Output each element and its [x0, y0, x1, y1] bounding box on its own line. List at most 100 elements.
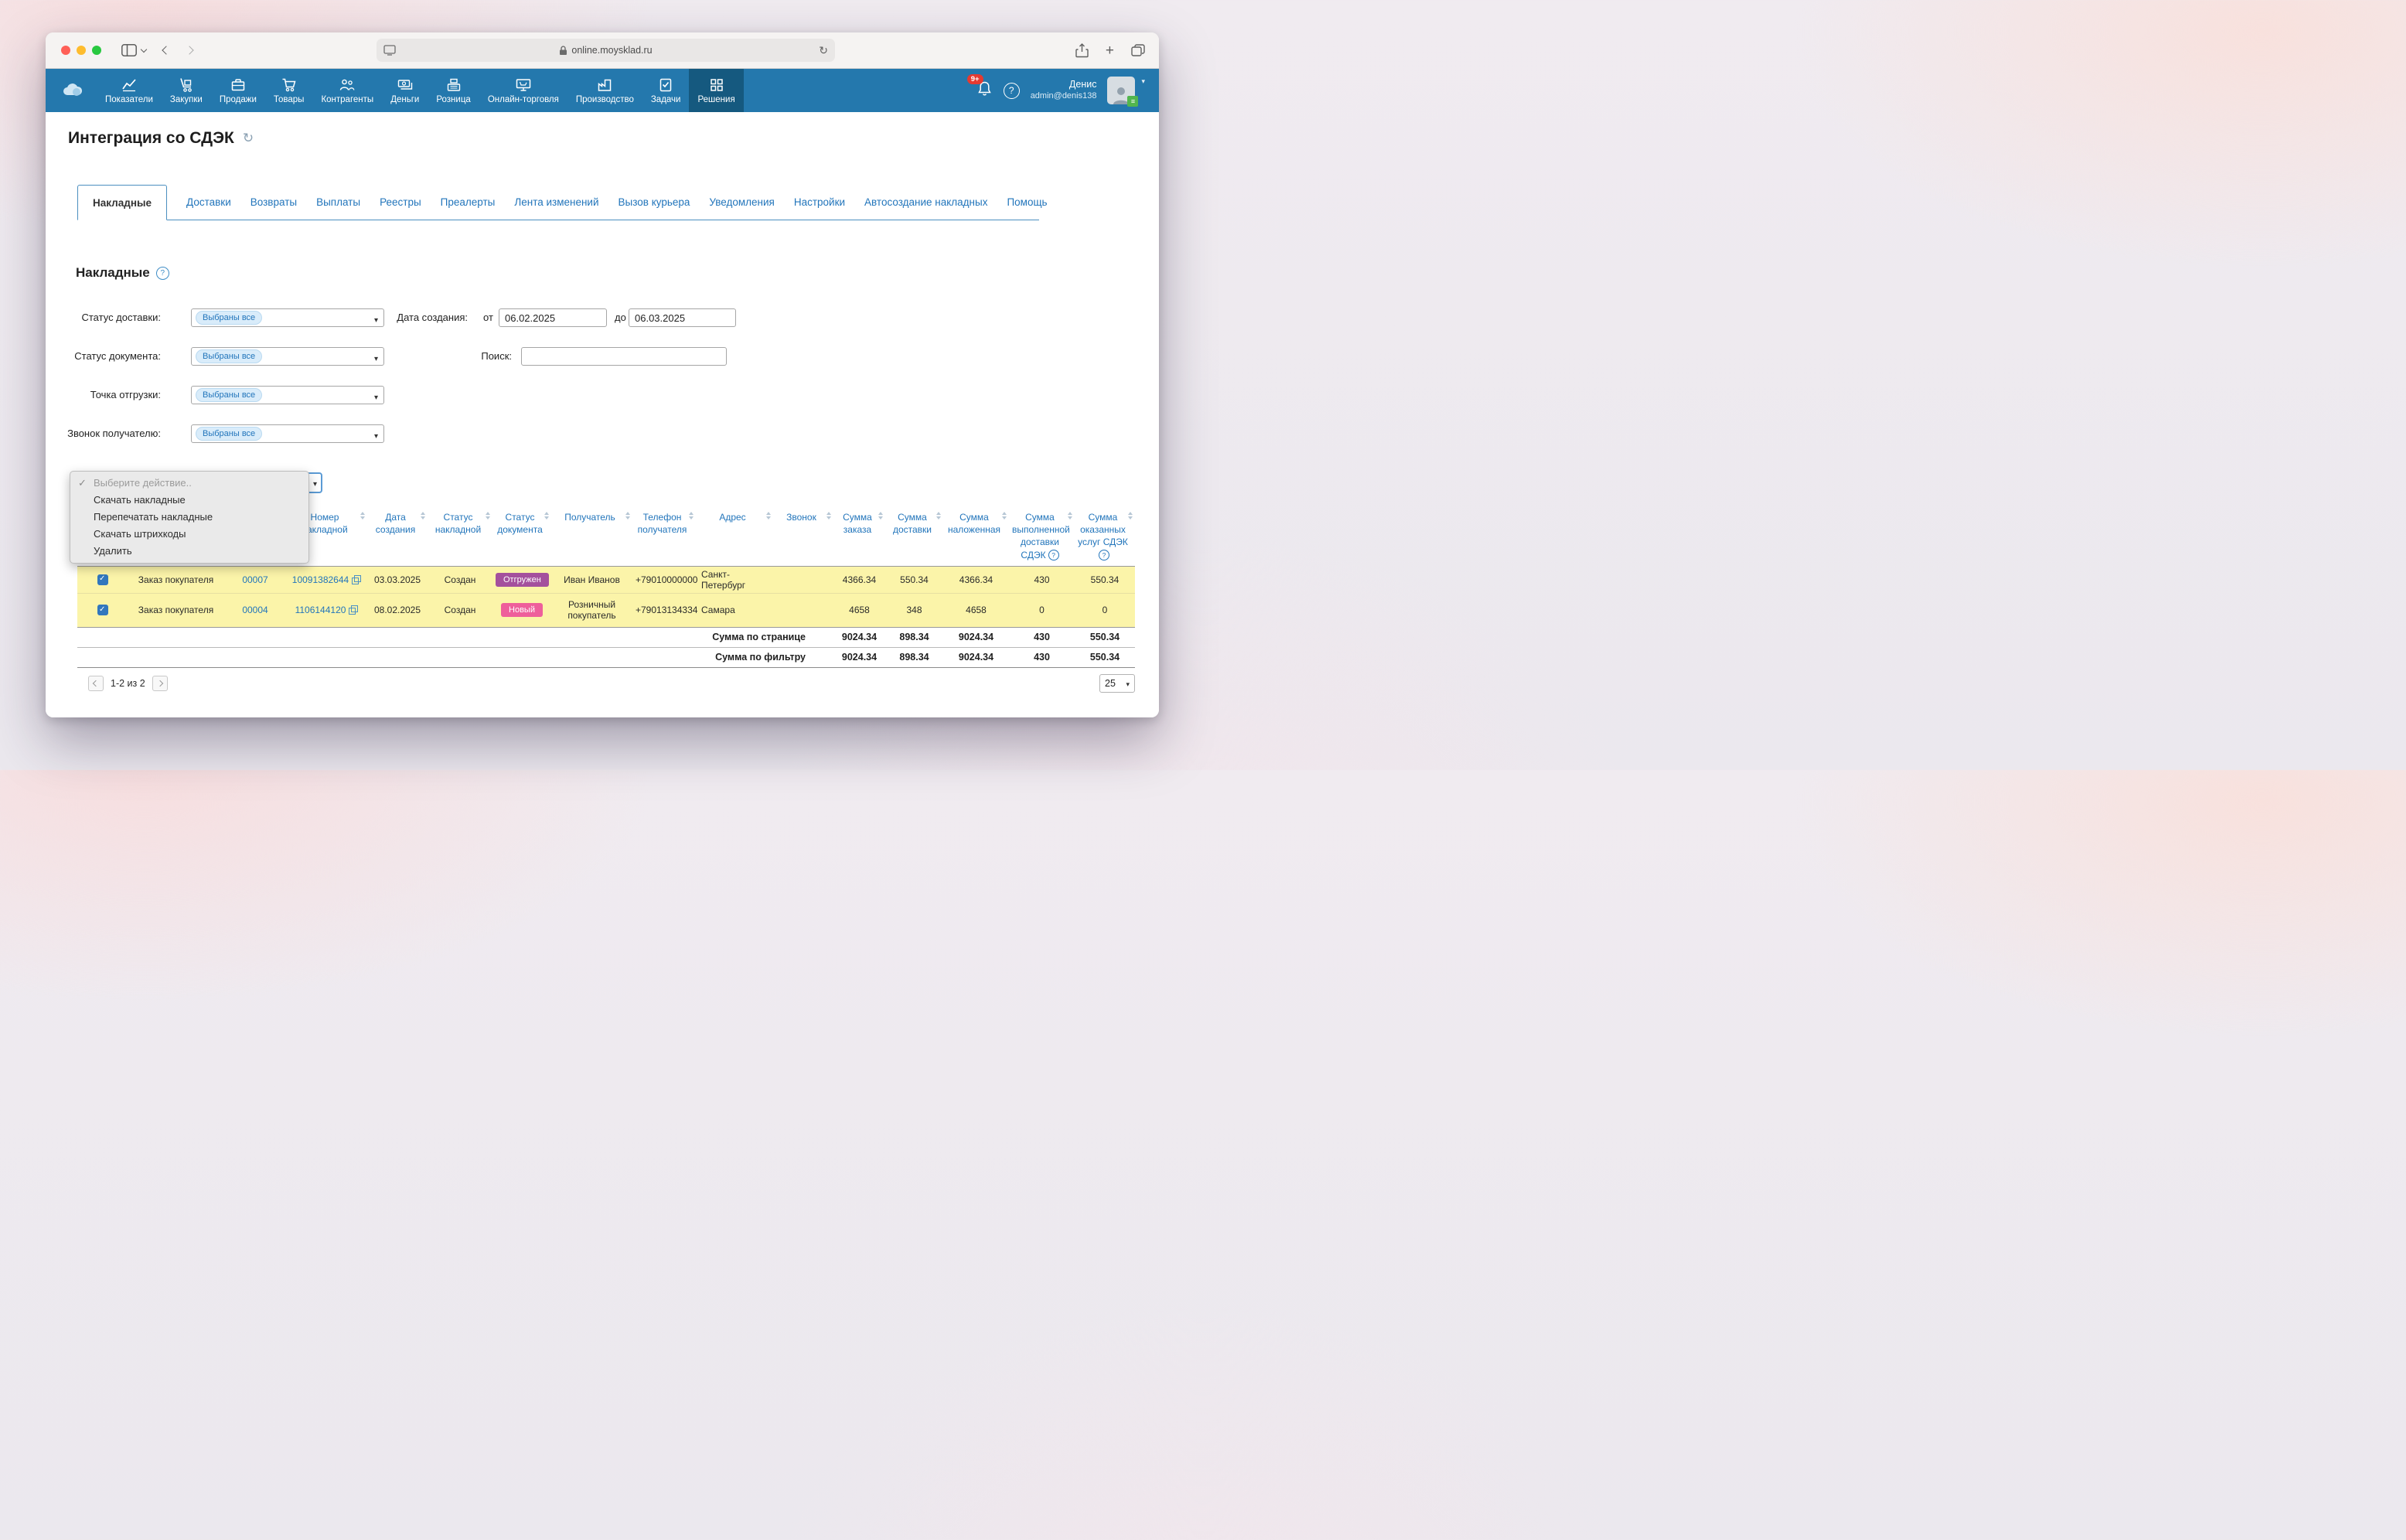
- date-to-input[interactable]: [629, 308, 736, 327]
- sort-icon[interactable]: [544, 512, 550, 520]
- menu-item-download-barcodes[interactable]: Скачать штрихкоды: [70, 526, 308, 543]
- copy-icon[interactable]: [349, 605, 358, 615]
- copy-icon[interactable]: [352, 575, 361, 584]
- summary-label: Сумма по странице: [712, 632, 806, 642]
- window-minimize-button[interactable]: [77, 46, 86, 55]
- help-icon[interactable]: [1099, 550, 1109, 560]
- tab-nakladnye[interactable]: Накладные: [77, 185, 167, 220]
- nav-item-resheniya[interactable]: Решения: [689, 69, 743, 112]
- back-button[interactable]: [163, 47, 169, 53]
- doc-number-link[interactable]: 00007: [242, 574, 268, 585]
- tab-vyzov-kuryera[interactable]: Вызов курьера: [619, 196, 690, 208]
- notifications-button[interactable]: 9+: [976, 80, 993, 101]
- tab-vyplaty[interactable]: Выплаты: [316, 196, 360, 208]
- tab-pomosch[interactable]: Помощь: [1007, 196, 1047, 208]
- nav-item-pokazateli[interactable]: Показатели: [97, 69, 162, 112]
- nav-item-proizvodstvo[interactable]: Производство: [567, 69, 642, 112]
- window-close-button[interactable]: [61, 46, 70, 55]
- invoice-number-link[interactable]: 10091382644: [292, 574, 349, 585]
- tab-overview-icon[interactable]: [1131, 44, 1145, 56]
- avatar[interactable]: [1107, 77, 1135, 104]
- header-recipient[interactable]: Получатель: [551, 502, 632, 566]
- delivery-status-select[interactable]: Выбраны все: [191, 308, 384, 327]
- nav-item-tovary[interactable]: Товары: [265, 69, 313, 112]
- tab-prealerty[interactable]: Преалерты: [441, 196, 496, 208]
- page-size-select[interactable]: 25: [1099, 674, 1135, 693]
- tab-dostavki[interactable]: Доставки: [186, 196, 231, 208]
- header-invoice-status[interactable]: Статус накладной: [428, 502, 492, 566]
- tab-reestry[interactable]: Реестры: [380, 196, 421, 208]
- nav-item-label: Контрагенты: [321, 95, 373, 104]
- tab-nastroyki[interactable]: Настройки: [794, 196, 845, 208]
- share-icon[interactable]: [1075, 43, 1089, 58]
- new-tab-icon[interactable]: [1106, 43, 1114, 58]
- page-title: Интеграция со СДЭК: [68, 129, 234, 148]
- row-checkbox[interactable]: [97, 605, 108, 615]
- address: Самара: [701, 605, 735, 615]
- nav-item-zadachi[interactable]: Задачи: [642, 69, 690, 112]
- user-caret-icon[interactable]: [1141, 73, 1145, 87]
- sort-icon[interactable]: [420, 512, 426, 520]
- header-order-sum[interactable]: Сумма заказа: [833, 502, 885, 566]
- header-call[interactable]: Звонок: [773, 502, 833, 566]
- recipient-call-select[interactable]: Выбраны все: [191, 424, 384, 443]
- header-recipient-phone[interactable]: Телефон получателя: [632, 502, 696, 566]
- sort-icon[interactable]: [688, 512, 694, 520]
- refresh-icon[interactable]: [243, 131, 254, 146]
- document-status-select[interactable]: Выбраны все: [191, 347, 384, 366]
- tab-avtosozdanie[interactable]: Автосоздание накладных: [864, 196, 987, 208]
- sort-icon[interactable]: [1067, 512, 1073, 520]
- next-page-button[interactable]: [152, 676, 168, 691]
- prev-page-button[interactable]: [88, 676, 104, 691]
- nav-item-prodazhi[interactable]: Продажи: [211, 69, 265, 112]
- sort-icon[interactable]: [625, 512, 631, 520]
- address-bar[interactable]: online.moysklad.ru: [377, 39, 835, 62]
- nav-item-dengi[interactable]: Деньги: [382, 69, 428, 112]
- header-document-status[interactable]: Статус документа: [492, 502, 551, 566]
- header-creation-date[interactable]: Дата создания: [367, 502, 428, 566]
- tab-lenta-izmeneniy[interactable]: Лента изменений: [514, 196, 598, 208]
- forward-button[interactable]: [186, 47, 193, 53]
- user-menu[interactable]: Денис admin@denis138: [1031, 79, 1097, 101]
- tab-vozvraty[interactable]: Возвраты: [250, 196, 297, 208]
- nav-item-zakupki[interactable]: Закупки: [162, 69, 211, 112]
- header-address[interactable]: Адрес: [696, 502, 773, 566]
- invoice-number-link[interactable]: 1106144120: [295, 605, 346, 615]
- moysklad-logo-icon[interactable]: [61, 69, 84, 112]
- sort-icon[interactable]: [1001, 512, 1007, 520]
- tab-uvedomleniya[interactable]: Уведомления: [709, 196, 774, 208]
- nav-item-roznitsa[interactable]: Розница: [428, 69, 479, 112]
- menu-item-download-invoices[interactable]: Скачать накладные: [70, 492, 308, 509]
- section-help-icon[interactable]: [156, 267, 169, 280]
- nav-item-onlain-torgovlya[interactable]: Онлайн-торговля: [479, 69, 567, 112]
- date-from-input[interactable]: [499, 308, 607, 327]
- sort-icon[interactable]: [935, 512, 942, 520]
- reload-icon[interactable]: [819, 44, 828, 57]
- chevron-down-icon: [374, 429, 378, 441]
- header-cdek-services-sum[interactable]: Сумма оказанных услуг СДЭК: [1075, 502, 1135, 566]
- window-zoom-button[interactable]: [92, 46, 101, 55]
- sidebar-toggle-icon[interactable]: [121, 44, 137, 56]
- page-preview-icon[interactable]: [383, 45, 396, 58]
- document-status-badge: Отгружен: [496, 573, 549, 587]
- doc-number-link[interactable]: 00004: [242, 605, 268, 615]
- search-input[interactable]: [521, 347, 727, 366]
- row-checkbox[interactable]: [97, 574, 108, 585]
- shipment-point-select[interactable]: Выбраны все: [191, 386, 384, 404]
- sidebar-chevron-icon[interactable]: [141, 46, 147, 53]
- menu-item-reprint-invoices[interactable]: Перепечатать накладные: [70, 509, 308, 526]
- sort-icon[interactable]: [360, 512, 366, 520]
- sort-icon[interactable]: [1127, 512, 1133, 520]
- nav-help-button[interactable]: [1004, 83, 1020, 99]
- sort-icon[interactable]: [826, 512, 832, 520]
- sort-icon[interactable]: [485, 512, 491, 520]
- header-cdek-delivery-sum[interactable]: Сумма выполненной доставки СДЭК: [1009, 502, 1075, 566]
- nav-item-kontragenty[interactable]: Контрагенты: [312, 69, 382, 112]
- header-cod-sum[interactable]: Сумма наложенная: [943, 502, 1009, 566]
- sort-icon[interactable]: [878, 512, 884, 520]
- menu-item-delete[interactable]: Удалить: [70, 543, 308, 560]
- header-delivery-sum[interactable]: Сумма доставки: [885, 502, 943, 566]
- menu-item-placeholder[interactable]: Выберите действие..: [70, 475, 308, 492]
- sort-icon[interactable]: [765, 512, 772, 520]
- help-icon[interactable]: [1048, 550, 1059, 560]
